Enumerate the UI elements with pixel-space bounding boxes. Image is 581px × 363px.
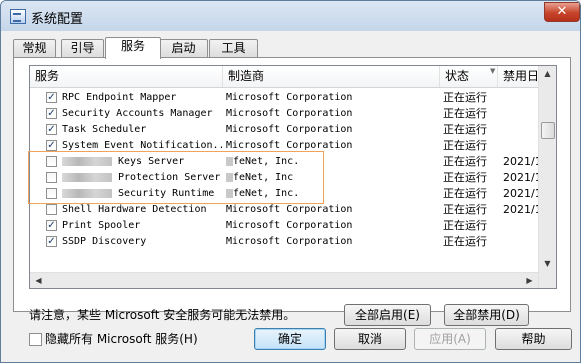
list-header: 服务 制造商 状态 ▼ 禁用日 xyxy=(30,66,538,88)
close-button[interactable]: ✕ xyxy=(544,2,580,22)
scroll-right-arrow-icon[interactable]: ▶ xyxy=(521,273,538,288)
service-name-text: SSDP Discovery xyxy=(62,236,147,247)
service-status: 正在运行 xyxy=(443,187,487,200)
service-manufacturer: Microsoft Corporation xyxy=(226,202,438,218)
service-row[interactable]: ✓ Print Spooler Microsoft Corporation 正在运行 xyxy=(30,218,538,234)
service-name: SSDP Discovery xyxy=(62,234,222,250)
column-header-service[interactable]: 服务 xyxy=(30,66,223,87)
tab-tools[interactable]: 工具 xyxy=(209,39,258,58)
service-manufacturer: Microsoft Corporation xyxy=(226,234,438,250)
horizontal-scrollbar[interactable]: ◀ ▶ xyxy=(30,272,538,288)
system-configuration-window: 系统配置 ✕ 常规 引导 服务 启动 工具 服务 制造商 状态 ▼ 禁用日 ✓ R… xyxy=(0,0,581,363)
service-name-text: RPC Endpoint Mapper xyxy=(62,92,177,103)
msconfig-icon xyxy=(10,9,26,24)
service-disabled-date xyxy=(503,90,538,106)
service-checkbox[interactable]: ✓ xyxy=(46,124,57,135)
scroll-up-arrow-icon[interactable]: ▲ xyxy=(539,66,556,82)
service-name: Security Accounts Manager xyxy=(62,106,222,122)
service-name: Shell Hardware Detection xyxy=(62,202,222,218)
service-status: 正在运行 xyxy=(443,91,487,104)
service-disabled-date xyxy=(503,218,538,234)
vertical-scrollbar[interactable]: ▲ ▼ xyxy=(538,66,556,288)
service-status: 正在运行 xyxy=(443,219,487,232)
sort-arrow-icon: ▼ xyxy=(490,67,496,75)
title-bar[interactable]: 系统配置 ✕ xyxy=(1,1,580,31)
service-name-text: Shell Hardware Detection xyxy=(62,204,207,215)
service-disabled-date: 2021/1 xyxy=(503,187,538,200)
service-disabled-date xyxy=(503,138,538,154)
service-manufacturer-text: Microsoft Corporation xyxy=(226,124,353,135)
service-name: RPC Endpoint Mapper xyxy=(62,90,222,106)
service-status: 正在运行 xyxy=(443,139,487,152)
service-name-text: System Event Notification... xyxy=(62,140,222,151)
ok-button[interactable]: 确定 xyxy=(254,328,326,350)
scroll-thumb[interactable] xyxy=(541,122,555,139)
service-manufacturer-text: Microsoft Corporation xyxy=(226,92,353,103)
service-manufacturer-text: Microsoft Corporation xyxy=(226,220,353,231)
service-row[interactable]: ✓ SSDP Discovery Microsoft Corporation 正在运行 xyxy=(30,234,538,250)
cancel-button[interactable]: 取消 xyxy=(334,328,406,350)
service-status: 正在运行 xyxy=(443,235,487,248)
service-name: Print Spooler xyxy=(62,218,222,234)
tab-startup[interactable]: 启动 xyxy=(159,39,208,58)
service-manufacturer-text: Microsoft Corporation xyxy=(226,140,353,151)
apply-button[interactable]: 应用(A) xyxy=(414,328,486,350)
service-disabled-date xyxy=(503,122,538,138)
service-checkbox[interactable]: ✓ xyxy=(46,236,57,247)
disable-all-button[interactable]: 全部禁用(D) xyxy=(444,304,529,326)
service-status: 正在运行 xyxy=(443,107,487,120)
service-status: 正在运行 xyxy=(443,155,487,168)
highlight-box xyxy=(28,151,324,204)
service-manufacturer-text: Microsoft Corporation xyxy=(226,204,353,215)
service-row[interactable]: ✓ RPC Endpoint Mapper Microsoft Corporatio… xyxy=(30,90,538,106)
tab-general[interactable]: 常规 xyxy=(13,39,56,58)
service-disabled-date: 2021/1 xyxy=(503,171,538,184)
service-name-text: Security Accounts Manager xyxy=(62,108,213,119)
hide-microsoft-services-checkbox[interactable] xyxy=(29,333,42,346)
service-disabled-date xyxy=(503,106,538,122)
enable-all-button[interactable]: 全部启用(E) xyxy=(344,304,431,326)
service-name: Task Scheduler xyxy=(62,122,222,138)
service-row[interactable]: ✓ Security Accounts Manager Microsoft Corp… xyxy=(30,106,538,122)
service-checkbox[interactable]: ✓ xyxy=(46,108,57,119)
column-header-disabled-date[interactable]: 禁用日 xyxy=(498,66,538,87)
service-name-text: Task Scheduler xyxy=(62,124,147,135)
service-disabled-date: 2021/1 xyxy=(503,203,538,216)
service-manufacturer: Microsoft Corporation xyxy=(226,106,438,122)
service-disabled-date: 2021/1 xyxy=(503,155,538,168)
tab-services[interactable]: 服务 xyxy=(105,37,161,59)
service-row[interactable]: Shell Hardware Detection Microsoft Corpor… xyxy=(30,202,538,218)
service-disabled-date xyxy=(503,234,538,250)
service-manufacturer-text: Microsoft Corporation xyxy=(226,236,353,247)
tab-boot[interactable]: 引导 xyxy=(61,39,104,58)
service-status: 正在运行 xyxy=(443,171,487,184)
service-status: 正在运行 xyxy=(443,123,487,136)
service-manufacturer-text: Microsoft Corporation xyxy=(226,108,353,119)
column-header-manufacturer[interactable]: 制造商 xyxy=(223,66,440,87)
service-manufacturer: Microsoft Corporation xyxy=(226,122,438,138)
hide-microsoft-services-label: 隐藏所有 Microsoft 服务(H) xyxy=(45,332,198,346)
service-checkbox[interactable] xyxy=(46,204,57,215)
service-checkbox[interactable]: ✓ xyxy=(46,92,57,103)
service-checkbox[interactable]: ✓ xyxy=(46,220,57,231)
service-status: 正在运行 xyxy=(443,203,487,216)
scroll-down-arrow-icon[interactable]: ▼ xyxy=(539,256,556,272)
help-button[interactable]: 帮助 xyxy=(495,328,572,350)
service-manufacturer: Microsoft Corporation xyxy=(226,90,438,106)
window-title: 系统配置 xyxy=(31,12,84,27)
scroll-left-arrow-icon[interactable]: ◀ xyxy=(30,273,47,288)
service-name-text: Print Spooler xyxy=(62,220,141,231)
service-checkbox[interactable]: ✓ xyxy=(46,140,57,151)
service-row[interactable]: ✓ Task Scheduler Microsoft Corporation 正在运行 xyxy=(30,122,538,138)
service-manufacturer: Microsoft Corporation xyxy=(226,218,438,234)
warning-note: 请注意，某些 Microsoft 安全服务可能无法禁用。 xyxy=(29,308,296,322)
